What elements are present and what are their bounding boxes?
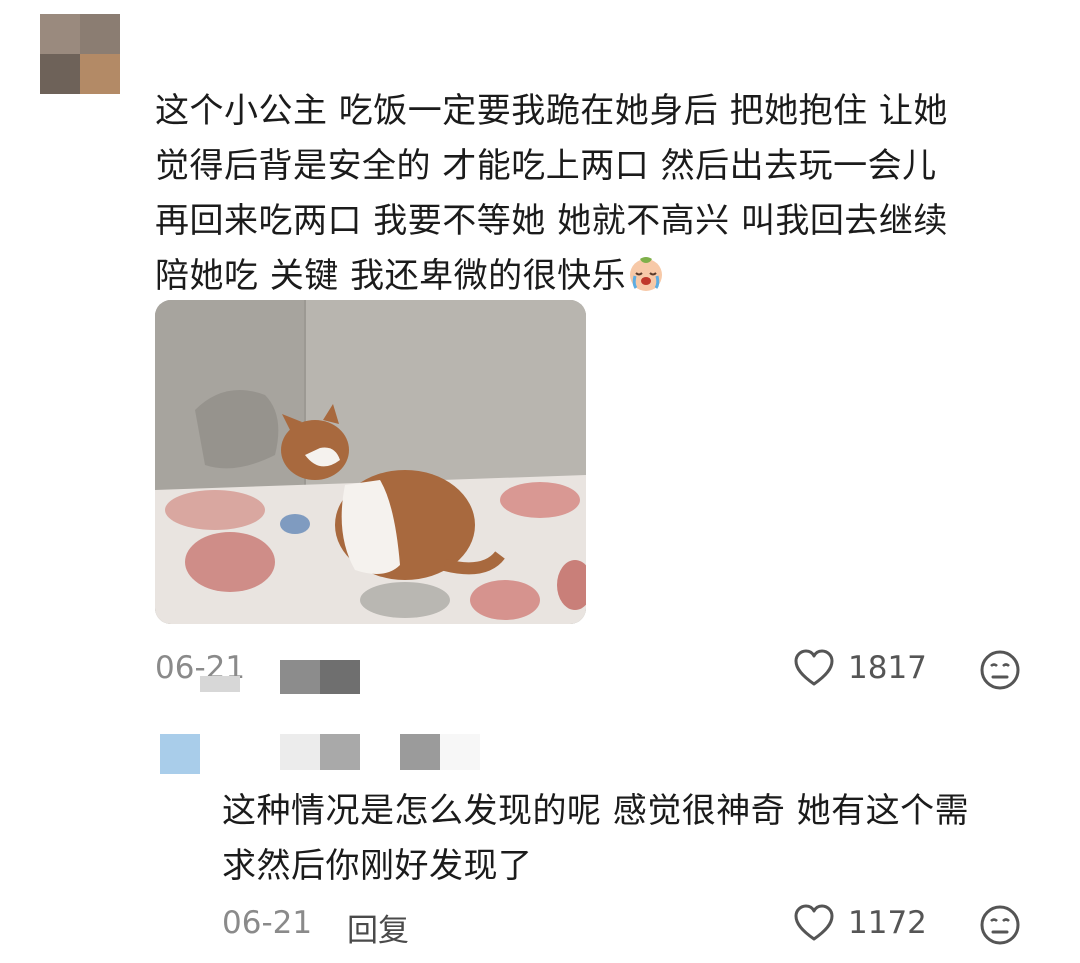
like-count: 1172: [848, 905, 927, 941]
reply-avatar[interactable]: [160, 734, 200, 774]
reply-line: 求然后你刚好发现了: [222, 846, 533, 886]
reply-line: 这种情况是怎么发现的呢 感觉很神奇 她有这个需: [222, 791, 970, 831]
comment-line: 再回来吃两口 我要不等她 她就不高兴 叫我回去继续: [155, 201, 948, 241]
dislike-face-icon[interactable]: [978, 903, 1022, 947]
reply-username-blurred[interactable]: [280, 734, 480, 774]
comment-line-text: 陪她吃 关键 我还卑微的很快乐: [155, 256, 627, 296]
reply-button[interactable]: 回复: [347, 905, 409, 950]
heart-icon[interactable]: [793, 903, 835, 945]
comment-line: 觉得后背是安全的 才能吃上两口 然后出去玩一会儿: [155, 146, 937, 186]
like-count: 1817: [848, 650, 927, 686]
dislike-face-icon[interactable]: [978, 648, 1022, 692]
comment-photo[interactable]: [155, 300, 586, 624]
heart-icon[interactable]: [793, 648, 835, 690]
comment-line: 这个小公主 吃饭一定要我跪在她身后 把她抱住 让她: [155, 91, 948, 131]
avatar[interactable]: [40, 14, 120, 94]
crying-face-emoji: [626, 253, 666, 293]
reply-button-blurred[interactable]: [200, 660, 360, 696]
comment-line: 陪她吃 关键 我还卑微的很快乐: [155, 249, 1035, 304]
comment-text: 这个小公主 吃饭一定要我跪在她身后 把她抱住 让她 觉得后背是安全的 才能吃上两…: [155, 84, 1035, 304]
reply-text: 这种情况是怎么发现的呢 感觉很神奇 她有这个需 求然后你刚好发现了: [222, 784, 1042, 894]
reply-date: 06-21: [222, 905, 313, 941]
